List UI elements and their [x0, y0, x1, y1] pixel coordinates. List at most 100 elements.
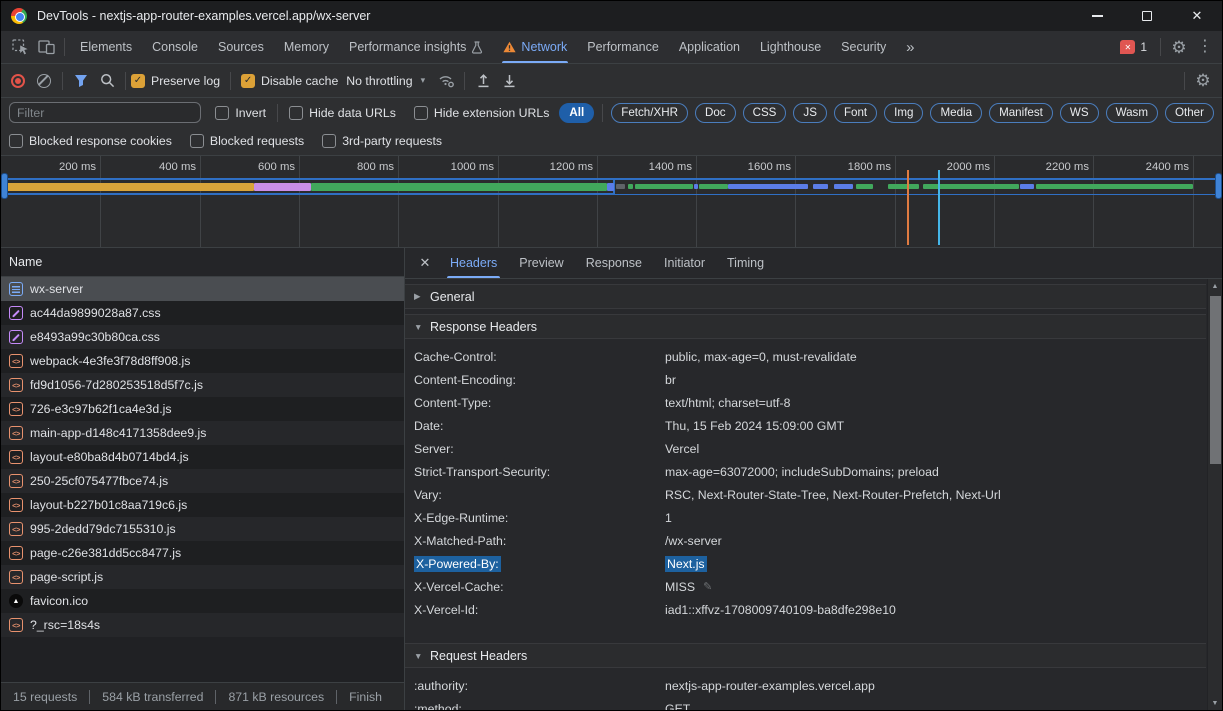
request-row-favicon-ico[interactable]: ▲favicon.ico: [1, 589, 404, 613]
hide-data-urls-checkbox[interactable]: Hide data URLs: [289, 106, 396, 120]
search-icon[interactable]: [94, 68, 120, 94]
detail-tab-timing[interactable]: Timing: [716, 248, 775, 278]
tab-label: Performance: [587, 40, 659, 54]
detail-tab-initiator[interactable]: Initiator: [653, 248, 716, 278]
blocked-response-cookies-checkbox[interactable]: Blocked response cookies: [9, 134, 172, 148]
disable-cache-checkbox[interactable]: ✓ Disable cache: [241, 74, 338, 88]
request-row-layout-e80ba8d4b0714bd4-js[interactable]: <>layout-e80ba8d4b0714bd4.js: [1, 445, 404, 469]
request-row-rsc-18s4s[interactable]: <>?_rsc=18s4s: [1, 613, 404, 637]
request-row-fd9d1056-7d280253518d5f7c-js[interactable]: <>fd9d1056-7d280253518d5f7c.js: [1, 373, 404, 397]
type-pill-manifest[interactable]: Manifest: [989, 103, 1053, 123]
third-party-requests-checkbox[interactable]: 3rd-party requests: [322, 134, 442, 148]
request-name: 995-2dedd79dc7155310.js: [30, 522, 176, 536]
clear-network-log-button[interactable]: [37, 74, 51, 88]
maximize-button[interactable]: [1122, 1, 1172, 31]
request-row-250-25cf075477fbce74-js[interactable]: <>250-25cf075477fbce74.js: [1, 469, 404, 493]
minimize-button[interactable]: [1072, 1, 1122, 31]
throttling-select[interactable]: No throttling ▾: [346, 74, 425, 88]
type-pill-ws[interactable]: WS: [1060, 103, 1099, 123]
request-row-995-2dedd79dc7155310-js[interactable]: <>995-2dedd79dc7155310.js: [1, 517, 404, 541]
section-header-response-headers[interactable]: ▼Response Headers: [405, 314, 1206, 339]
tab-elements[interactable]: Elements: [70, 31, 142, 63]
edit-pencil-icon[interactable]: ✎: [703, 580, 712, 593]
record-network-log-button[interactable]: [11, 74, 25, 88]
type-pill-all[interactable]: All: [559, 103, 594, 123]
scrollbar-thumb[interactable]: [1210, 296, 1221, 464]
detail-tab-response[interactable]: Response: [575, 248, 653, 278]
tab-label: Security: [841, 40, 886, 54]
settings-gear-icon[interactable]: ⚙: [1166, 34, 1192, 60]
hide-extension-urls-checkbox[interactable]: Hide extension URLs: [414, 106, 550, 120]
close-button[interactable]: ✕: [1172, 1, 1222, 31]
header-key: Content-Type:: [414, 396, 491, 410]
scrollbar-up-icon[interactable]: ▲: [1208, 279, 1222, 293]
preserve-log-checkbox[interactable]: ✓ Preserve log: [131, 74, 220, 88]
network-overview-timeline[interactable]: 200 ms400 ms600 ms800 ms1000 ms1200 ms14…: [1, 156, 1222, 248]
network-settings-gear-icon[interactable]: ⚙: [1190, 68, 1216, 94]
tab-application[interactable]: Application: [669, 31, 750, 63]
tab-lighthouse[interactable]: Lighthouse: [750, 31, 831, 63]
request-row-webpack-4e3fe3f78d8ff908-js[interactable]: <>webpack-4e3fe3f78d8ff908.js: [1, 349, 404, 373]
request-row-layout-b227b01c8aa719c6-js[interactable]: <>layout-b227b01c8aa719c6.js: [1, 493, 404, 517]
type-pill-media[interactable]: Media: [930, 103, 982, 123]
inspect-element-icon[interactable]: [7, 34, 33, 60]
kebab-menu-icon[interactable]: ⋮: [1192, 34, 1218, 60]
scrollbar-down-icon[interactable]: ▼: [1208, 696, 1222, 710]
header-key: X-Matched-Path:: [414, 534, 506, 548]
section-title: Request Headers: [430, 649, 527, 663]
tab-console[interactable]: Console: [142, 31, 208, 63]
device-toolbar-icon[interactable]: [33, 34, 59, 60]
error-badge-icon[interactable]: ✕: [1120, 40, 1135, 54]
type-pill-wasm[interactable]: Wasm: [1106, 103, 1158, 123]
tab-network[interactable]: Network: [493, 31, 577, 63]
script-icon: <>: [9, 570, 23, 584]
section-header-general[interactable]: ▶General: [405, 284, 1206, 309]
name-column-header[interactable]: Name: [1, 248, 404, 277]
export-har-icon[interactable]: [496, 68, 522, 94]
type-pill-img[interactable]: Img: [884, 103, 923, 123]
type-pill-other[interactable]: Other: [1165, 103, 1214, 123]
filter-funnel-icon[interactable]: [68, 68, 94, 94]
timeline-tick-label: 1200 ms: [517, 161, 593, 173]
type-pill-fetch-xhr[interactable]: Fetch/XHR: [611, 103, 688, 123]
detail-tab-headers[interactable]: Headers: [439, 248, 508, 278]
error-count: 1: [1140, 40, 1147, 54]
detail-tab-preview[interactable]: Preview: [508, 248, 574, 278]
import-har-icon[interactable]: [470, 68, 496, 94]
header-row-x-powered-by: X-Powered-By:Next.js: [405, 552, 1206, 575]
timeline-gridline: [597, 156, 598, 247]
header-value: nextjs-app-router-examples.vercel.app: [665, 679, 875, 693]
request-row-page-script-js[interactable]: <>page-script.js: [1, 565, 404, 589]
tab-performance-insights[interactable]: Performance insights: [339, 31, 493, 63]
blocked-requests-checkbox[interactable]: Blocked requests: [190, 134, 304, 148]
request-row-e8493a99c30b80ca-css[interactable]: e8493a99c30b80ca.css: [1, 325, 404, 349]
tab-security[interactable]: Security: [831, 31, 896, 63]
type-pill-doc[interactable]: Doc: [695, 103, 736, 123]
waterfall-segment-blue: [1020, 184, 1034, 189]
type-pill-css[interactable]: CSS: [743, 103, 787, 123]
section-request-headers: ▼Request Headers:authority:nextjs-app-ro…: [405, 643, 1206, 710]
network-conditions-icon[interactable]: [433, 68, 459, 94]
waterfall-segment-green: [888, 184, 919, 189]
request-row-ac44da9899028a87-css[interactable]: ac44da9899028a87.css: [1, 301, 404, 325]
request-row-page-c26e381dd5cc8477-js[interactable]: <>page-c26e381dd5cc8477.js: [1, 541, 404, 565]
tab-sources[interactable]: Sources: [208, 31, 274, 63]
more-tabs-button[interactable]: »: [896, 34, 924, 60]
type-pill-js[interactable]: JS: [793, 103, 827, 123]
section-header-request-headers[interactable]: ▼Request Headers: [405, 643, 1206, 668]
close-details-icon[interactable]: ✕: [411, 248, 439, 278]
filter-input[interactable]: [9, 102, 201, 123]
invert-checkbox[interactable]: Invert: [215, 106, 266, 120]
tab-memory[interactable]: Memory: [274, 31, 339, 63]
overview-right-grip[interactable]: [1215, 173, 1222, 199]
tab-performance[interactable]: Performance: [577, 31, 669, 63]
type-pill-font[interactable]: Font: [834, 103, 877, 123]
details-scrollbar[interactable]: ▲ ▼: [1207, 279, 1222, 710]
request-row-726-e3c97b62f1ca4e3d-js[interactable]: <>726-e3c97b62f1ca4e3d.js: [1, 397, 404, 421]
request-row-wx-server[interactable]: wx-server: [1, 277, 404, 301]
request-row-main-app-d148c4171358dee9-js[interactable]: <>main-app-d148c4171358dee9.js: [1, 421, 404, 445]
tab-label: Performance insights: [349, 40, 466, 54]
overview-left-grip[interactable]: [1, 173, 8, 199]
header-value: RSC, Next-Router-State-Tree, Next-Router…: [665, 488, 1001, 502]
headers-detail-body: ▶General▼Response HeadersCache-Control:p…: [405, 279, 1222, 710]
